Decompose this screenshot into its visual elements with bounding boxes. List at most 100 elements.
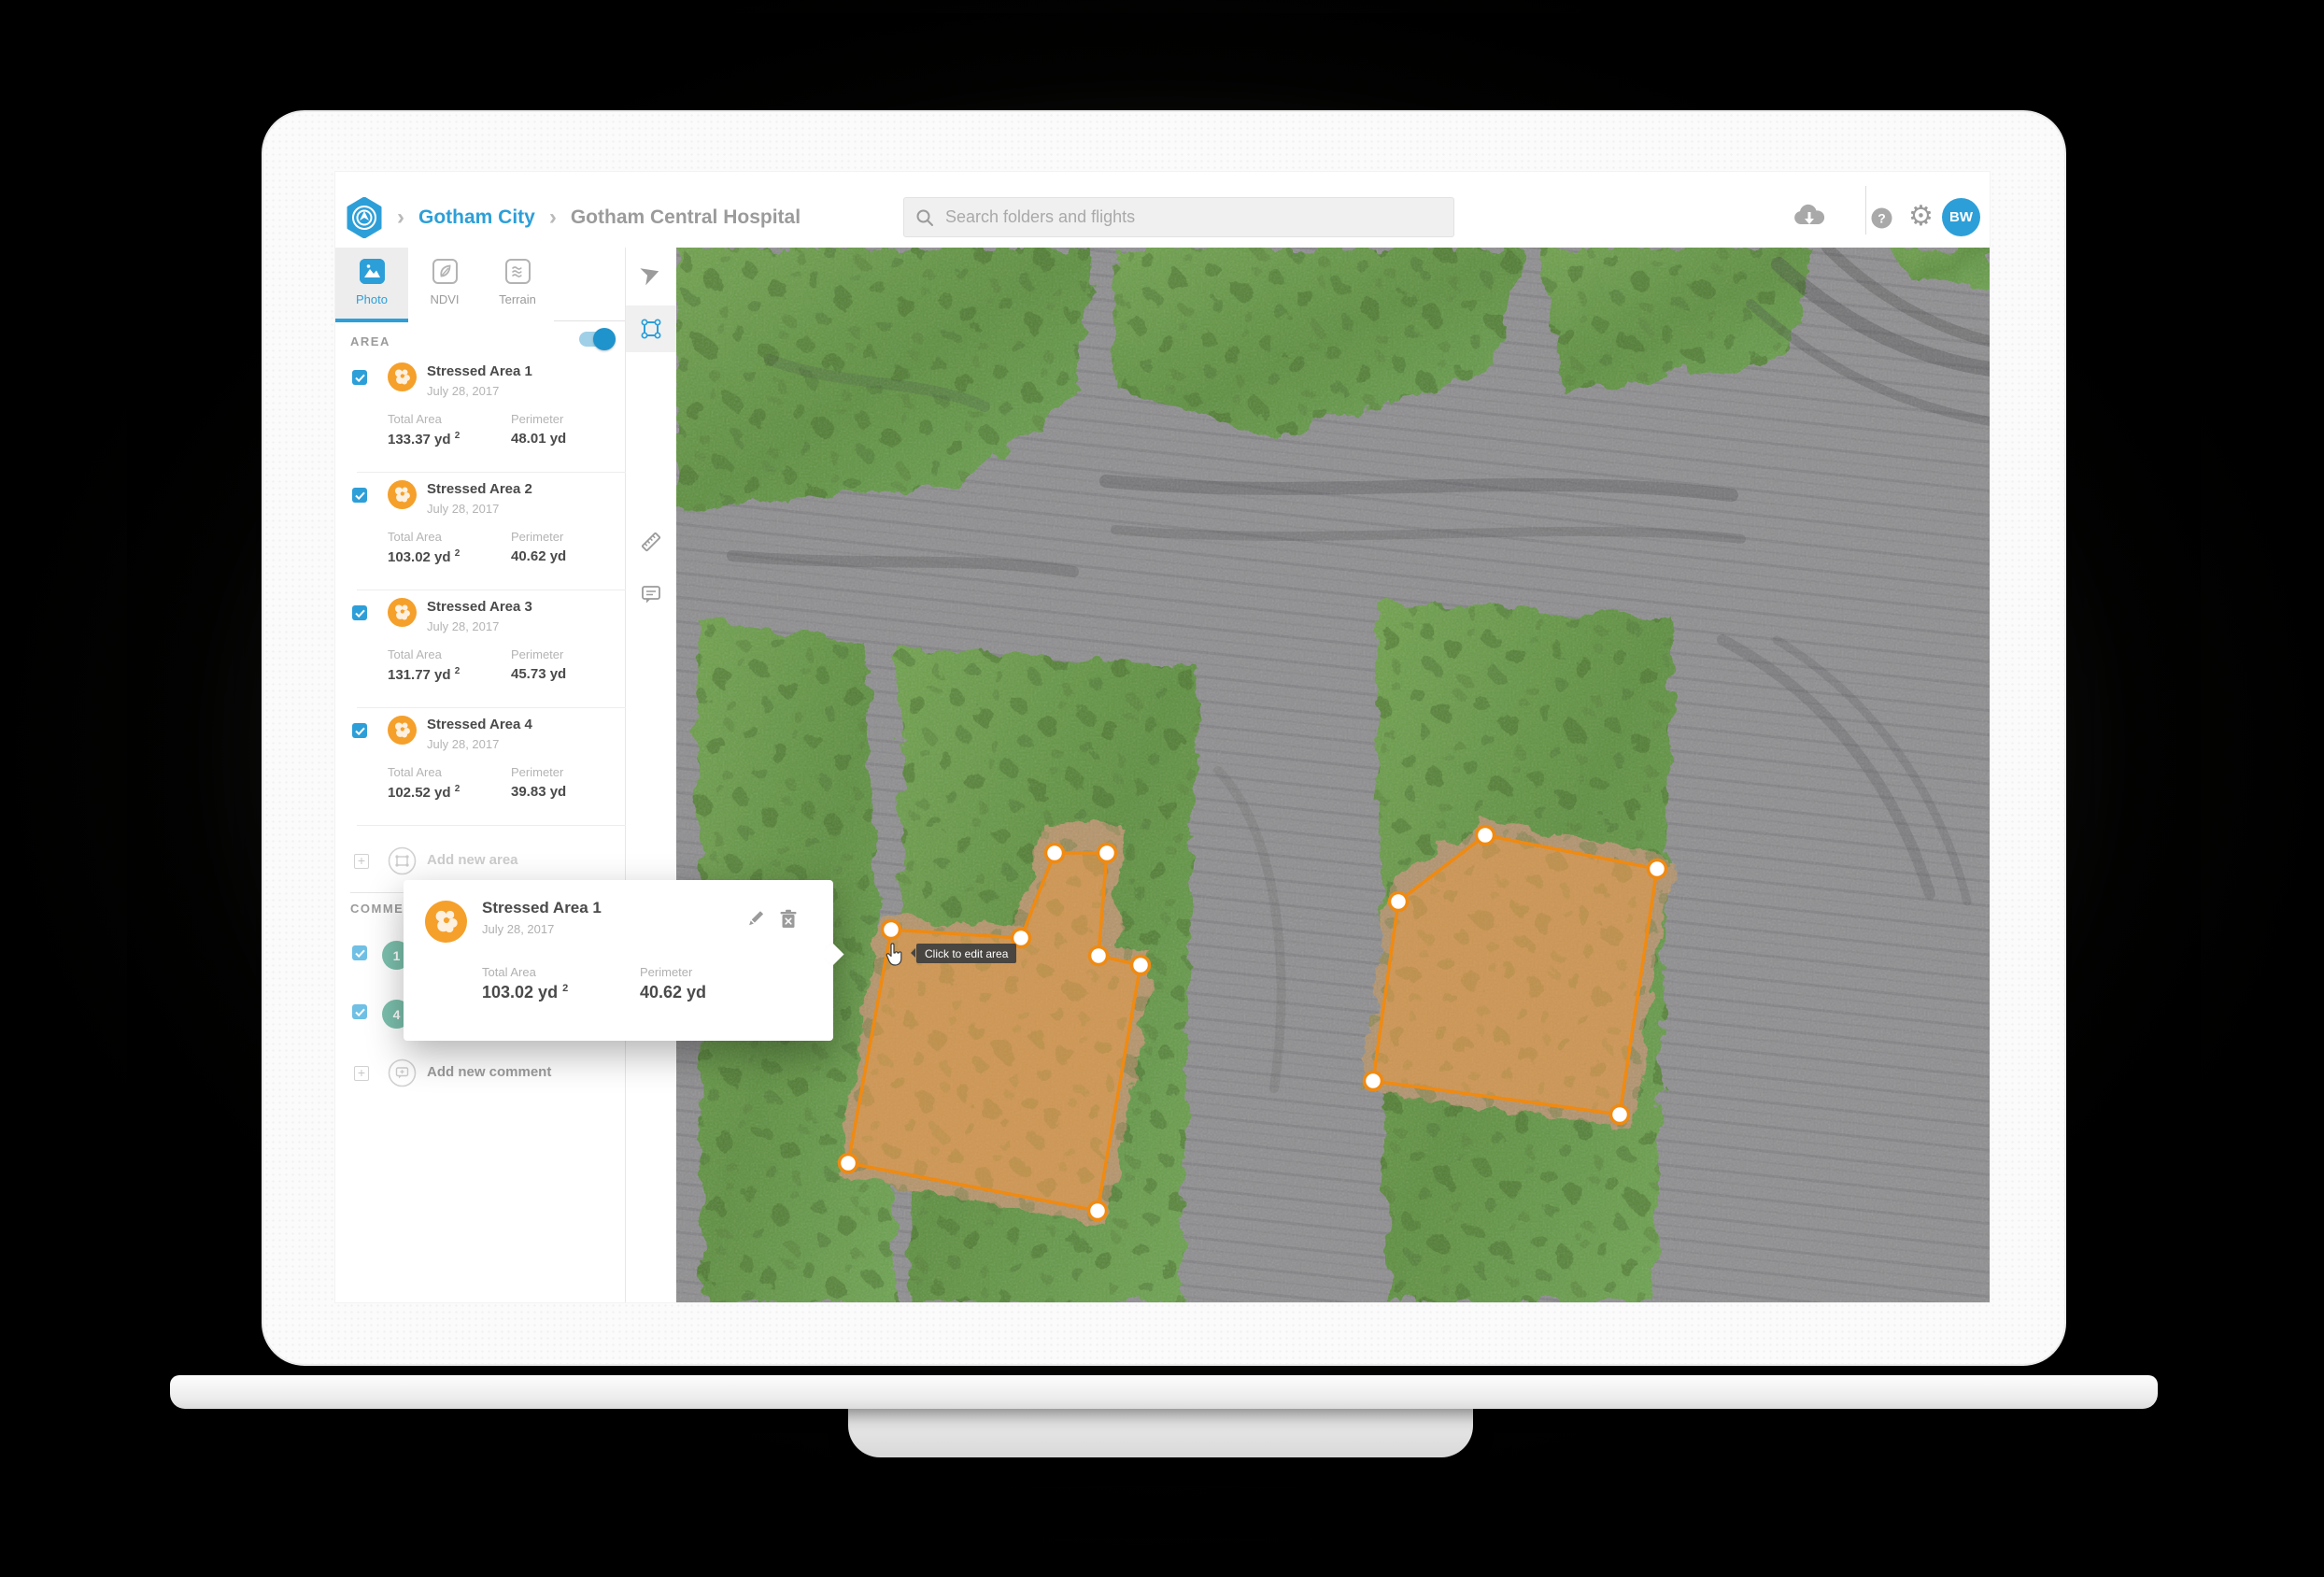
search-icon	[915, 208, 934, 227]
area-item-date: July 28, 2017	[427, 384, 499, 398]
area-list-item[interactable]: Stressed Area 1 July 28, 2017 Total Area…	[335, 355, 626, 473]
stressed-area-icon	[388, 716, 417, 745]
area-checkbox[interactable]	[352, 723, 367, 738]
terrain-waves-icon	[505, 259, 531, 284]
measure-tool-button[interactable]	[626, 519, 676, 565]
topbar: › Gotham City › Gotham Central Hospital	[335, 172, 1990, 248]
area-list-item[interactable]: Stressed Area 4 July 28, 2017 Total Area…	[335, 708, 626, 826]
card-total-area-value: 103.02 yd 2	[482, 983, 568, 1002]
tab-label: Terrain	[499, 292, 536, 306]
polygon-vertex-handle[interactable]	[1611, 1106, 1629, 1124]
laptop-base	[170, 1375, 2158, 1409]
app-logo[interactable]	[346, 197, 383, 238]
breadcrumb-chevron-icon: ›	[549, 206, 557, 229]
breadcrumb-parent-link[interactable]: Gotham City	[418, 206, 535, 229]
laptop-screen: › Gotham City › Gotham Central Hospital	[262, 110, 2066, 1366]
area-checkbox[interactable]	[352, 370, 367, 385]
laptop-base-notch	[848, 1401, 1473, 1457]
total-area-value: 133.37 yd 2	[388, 431, 460, 448]
area-list-item[interactable]: Stressed Area 2 July 28, 2017 Total Area…	[335, 473, 626, 590]
total-area-label: Total Area	[388, 530, 442, 544]
polygon-vertex-handle[interactable]	[883, 921, 900, 939]
comment-checkbox[interactable]	[352, 1004, 367, 1019]
polygon-vertex-handle[interactable]	[1365, 1073, 1382, 1090]
total-area-value: 131.77 yd 2	[388, 666, 460, 683]
add-new-comment-label: Add new comment	[427, 1064, 551, 1080]
card-perimeter-label: Perimeter	[640, 965, 692, 979]
polygon-vertex-handle[interactable]	[1090, 947, 1108, 965]
area-visibility-toggle[interactable]	[579, 332, 613, 347]
layer-tabs: Photo NDVI	[335, 248, 625, 321]
area-item-date: July 28, 2017	[427, 619, 499, 633]
sidebar: Photo NDVI	[335, 248, 626, 1302]
card-total-area-label: Total Area	[482, 965, 536, 979]
map-canvas[interactable]: Click to edit area	[676, 248, 1990, 1302]
tab-label: NDVI	[430, 292, 459, 306]
polygon-vertex-handle[interactable]	[1390, 893, 1408, 911]
comment-tool-button[interactable]	[626, 571, 676, 618]
perimeter-label: Perimeter	[511, 647, 563, 661]
perimeter-label: Perimeter	[511, 412, 563, 426]
area-detail-card: Stressed Area 1 July 28, 2017 Total Area…	[404, 880, 833, 1041]
perimeter-label: Perimeter	[511, 765, 563, 779]
breadcrumb-current: Gotham Central Hospital	[571, 206, 801, 229]
perimeter-label: Perimeter	[511, 530, 563, 544]
breadcrumb-chevron-icon: ›	[397, 206, 404, 229]
area-item-date: July 28, 2017	[427, 737, 499, 751]
add-new-area-label: Add new area	[427, 852, 518, 868]
aerial-imagery	[676, 248, 1990, 1302]
pan-tool-button[interactable]	[626, 251, 676, 298]
edit-pencil-icon[interactable]	[745, 908, 766, 929]
perimeter-value: 48.01 yd	[511, 431, 566, 447]
stressed-area-icon	[425, 901, 467, 943]
perimeter-value: 40.62 yd	[511, 548, 566, 564]
ndvi-leaf-icon	[432, 259, 458, 284]
tool-column	[626, 248, 676, 1302]
settings-gear-icon[interactable]: ⚙	[1908, 203, 1934, 231]
total-area-label: Total Area	[388, 647, 442, 661]
perimeter-value: 39.83 yd	[511, 784, 566, 800]
photo-icon	[360, 259, 385, 284]
stressed-area-icon	[388, 362, 417, 391]
cloud-download-icon[interactable]	[1793, 204, 1826, 228]
tab-photo[interactable]: Photo	[335, 248, 408, 321]
user-avatar[interactable]: BW	[1942, 198, 1980, 236]
help-icon[interactable]: ?	[1871, 207, 1892, 229]
area-list: Stressed Area 1 July 28, 2017 Total Area…	[335, 355, 626, 826]
add-new-comment-button[interactable]: + Add new comment	[335, 1058, 626, 1089]
add-new-area-button[interactable]: + Add new area	[335, 845, 626, 877]
area-checkbox[interactable]	[352, 488, 367, 503]
polygon-vertex-handle[interactable]	[1046, 845, 1064, 862]
polygon-vertex-handle[interactable]	[1089, 1202, 1107, 1220]
area-item-date: July 28, 2017	[427, 502, 499, 516]
area-checkbox[interactable]	[352, 605, 367, 620]
area-tool-button[interactable]	[626, 305, 676, 352]
area-select-icon	[639, 317, 663, 341]
edit-area-tooltip: Click to edit area	[916, 944, 1016, 963]
area-section-header: AREA	[350, 334, 390, 348]
search-input[interactable]	[943, 206, 1442, 228]
search-box[interactable]	[903, 197, 1454, 237]
polygon-vertex-handle[interactable]	[840, 1155, 857, 1172]
tab-ndvi[interactable]: NDVI	[408, 248, 481, 321]
tab-terrain[interactable]: Terrain	[481, 248, 554, 321]
breadcrumb: › Gotham City › Gotham Central Hospital	[346, 188, 801, 248]
svg-text:?: ?	[1878, 211, 1886, 226]
card-date: July 28, 2017	[482, 922, 554, 936]
app-window: › Gotham City › Gotham Central Hospital	[335, 172, 1990, 1302]
polygon-vertex-handle[interactable]	[1477, 827, 1495, 845]
area-item-title: Stressed Area 2	[427, 481, 532, 497]
polygon-vertex-handle[interactable]	[1649, 860, 1666, 878]
comment-checkbox[interactable]	[352, 945, 367, 960]
card-perimeter-value: 40.62 yd	[640, 983, 706, 1002]
toggle-knob	[593, 328, 616, 350]
delete-trash-icon[interactable]	[779, 909, 798, 930]
area-list-item[interactable]: Stressed Area 3 July 28, 2017 Total Area…	[335, 590, 626, 708]
card-title: Stressed Area 1	[482, 899, 602, 917]
navigation-arrow-icon	[640, 263, 662, 286]
polygon-vertex-handle[interactable]	[1132, 957, 1150, 974]
polygon-vertex-handle[interactable]	[1098, 845, 1116, 862]
comment-bubble-icon	[388, 1058, 417, 1087]
total-area-label: Total Area	[388, 765, 442, 779]
page: › Gotham City › Gotham Central Hospital	[0, 0, 2324, 1577]
